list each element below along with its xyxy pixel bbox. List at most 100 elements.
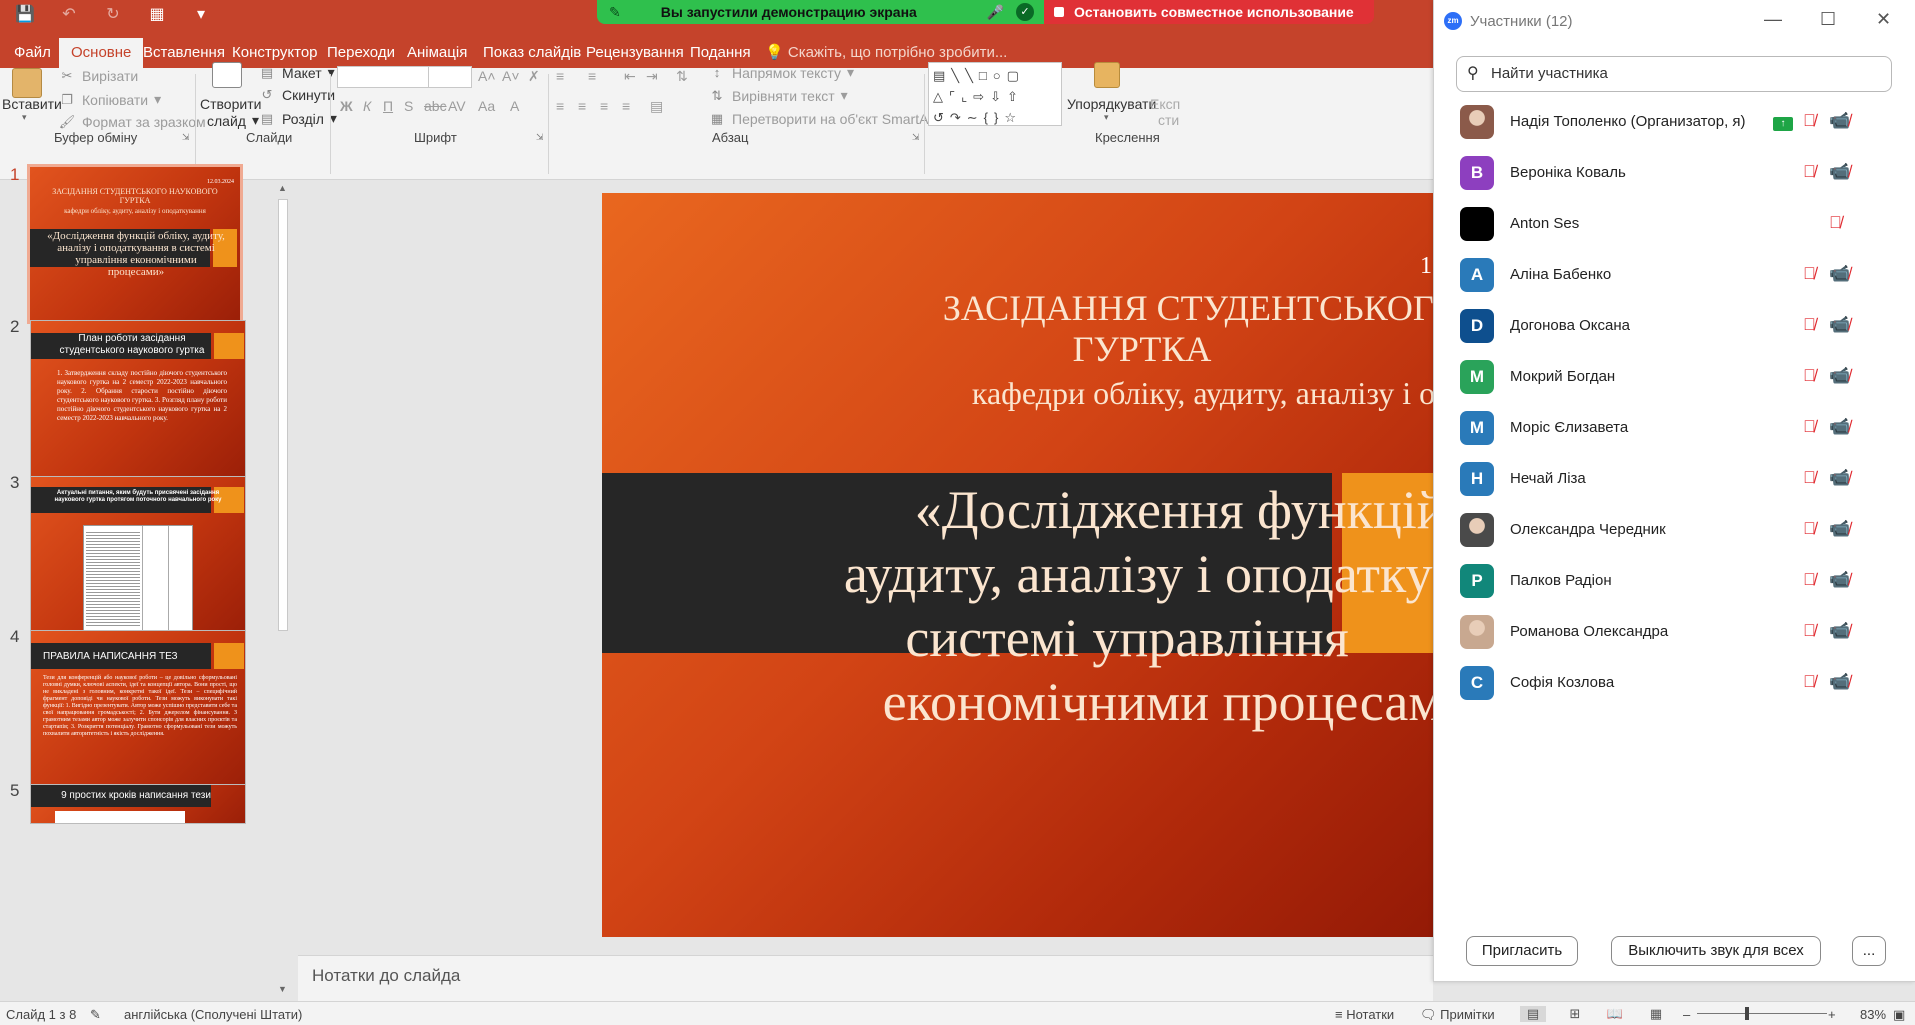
arrange-button[interactable]: Упорядкувати	[1067, 96, 1156, 112]
comments-toggle[interactable]: 🗨 Примітки	[1420, 1007, 1495, 1023]
spellcheck-icon[interactable]: ✎	[90, 1007, 101, 1023]
participant-row[interactable]: Надія Тополенко (Организатор, я) ↑ 🎙̸ 📹̸	[1434, 97, 1915, 148]
tab-file[interactable]: Файл	[14, 38, 51, 68]
tab-slideshow[interactable]: Показ слайдів	[483, 38, 581, 68]
shadow-icon[interactable]: S	[404, 98, 413, 114]
new-slide-icon[interactable]	[212, 62, 242, 88]
justify-icon[interactable]: ≡	[622, 98, 630, 114]
bold-icon[interactable]: Ж	[340, 98, 353, 114]
mic-muted-icon[interactable]: 🎙̸	[1803, 366, 1816, 386]
video-off-icon[interactable]: 📹̸	[1829, 315, 1850, 335]
zoom-in-icon[interactable]: +	[1828, 1007, 1836, 1022]
new-slide-button[interactable]: Створити	[200, 96, 261, 112]
bullets-icon[interactable]: ≡	[556, 68, 564, 84]
italic-icon[interactable]: К	[363, 98, 371, 114]
font-size-box[interactable]	[428, 66, 472, 88]
mic-muted-icon[interactable]: 🎙̸	[1803, 417, 1816, 437]
tab-review[interactable]: Рецензування	[586, 38, 684, 68]
maximize-icon[interactable]: ☐	[1820, 9, 1836, 30]
video-off-icon[interactable]: 📹̸	[1829, 417, 1850, 437]
mic-muted-icon[interactable]: 🎙̸	[1803, 315, 1816, 335]
align-text-button[interactable]: ⇅ Вирівняти текст ▾	[708, 87, 848, 104]
mic-muted-icon[interactable]: 🎙̸	[1829, 213, 1842, 233]
arrange-icon[interactable]	[1094, 62, 1120, 88]
zoom-out-icon[interactable]: –	[1683, 1007, 1690, 1022]
undo-icon[interactable]: ↶	[58, 4, 80, 26]
scroll-up-icon[interactable]: ▲	[278, 183, 287, 193]
mic-muted-icon[interactable]: 🎙̸	[1803, 621, 1816, 641]
participant-row[interactable]: С Софія Козлова 🎙̸ 📹̸	[1434, 658, 1915, 709]
shrink-font-icon[interactable]: A˅	[502, 68, 520, 84]
video-off-icon[interactable]: 📹̸	[1829, 111, 1850, 131]
redo-icon[interactable]: ↻	[102, 4, 124, 26]
security-shield-icon[interactable]: ✓	[1016, 3, 1034, 21]
minimize-icon[interactable]: —	[1764, 9, 1782, 30]
mic-muted-icon[interactable]: 🎙̸	[1803, 672, 1816, 692]
participant-row[interactable]: Романова Олександра 🎙̸ 📹̸	[1434, 607, 1915, 658]
shapes-gallery[interactable]: ▤╲╲□○▢ △⌜⌞⇨⇩⇧ ↺↷∼{}☆	[928, 62, 1062, 126]
new-slide-button-line2[interactable]: слайд ▾	[207, 112, 259, 129]
quick-styles-button[interactable]: Експ	[1150, 96, 1180, 112]
tab-transitions[interactable]: Переходи	[327, 38, 395, 68]
mic-muted-icon[interactable]: 🎙̸	[1803, 162, 1816, 182]
font-launcher-icon[interactable]: ⇲	[536, 132, 544, 143]
scroll-thumb[interactable]	[278, 199, 288, 631]
video-off-icon[interactable]: 📹̸	[1829, 570, 1850, 590]
video-off-icon[interactable]: 📹̸	[1829, 621, 1850, 641]
text-direction-button[interactable]: ↕ Напрямок тексту ▾	[708, 64, 854, 81]
mic-muted-icon[interactable]: 🎙̸	[1803, 468, 1816, 488]
participant-row[interactable]: А Аліна Бабенко 🎙̸ 📹̸	[1434, 250, 1915, 301]
notes-toggle[interactable]: ≡ Нотатки	[1335, 1007, 1394, 1022]
slide-thumbnail-2[interactable]: План роботи засідання студентського наук…	[30, 320, 246, 480]
participant-row[interactable]: М Мокрий Богдан 🎙̸ 📹̸	[1434, 352, 1915, 403]
slide-thumbnail-5[interactable]: 9 простих кроків написання тези	[30, 784, 246, 824]
annotate-icon[interactable]: ✎	[609, 4, 621, 21]
paste-dropdown-icon[interactable]: ▾	[22, 112, 27, 123]
slide-thumbnail-3[interactable]: Актуальні питання, яким будуть присвячен…	[30, 476, 246, 636]
normal-view-icon[interactable]: ▤	[1520, 1006, 1546, 1022]
clipboard-launcher-icon[interactable]: ⇲	[182, 132, 190, 143]
font-color-icon[interactable]: A	[510, 98, 519, 114]
cut-button[interactable]: ✂ Вирізати	[58, 68, 139, 84]
reset-button[interactable]: ↺ Скинути	[258, 87, 335, 103]
section-button[interactable]: ▤ Розділ ▾	[258, 110, 337, 127]
grow-font-icon[interactable]: A˄	[478, 68, 496, 84]
increase-indent-icon[interactable]: ⇥	[646, 68, 658, 85]
layout-button[interactable]: ▤ Макет ▾	[258, 64, 335, 81]
zoom-slider-knob[interactable]	[1745, 1007, 1749, 1020]
current-slide[interactable]: 1 ЗАСІДАННЯ СТУДЕНТСЬКОГО НАУКО ГУРТКА к…	[602, 193, 1433, 937]
customize-qat-icon[interactable]: ▾	[190, 4, 212, 26]
font-name-box[interactable]	[337, 66, 429, 88]
participant-row[interactable]: В Вероніка Коваль 🎙̸ 📹̸	[1434, 148, 1915, 199]
quick-styles-button-line2[interactable]: сти	[1158, 112, 1179, 128]
mic-muted-icon[interactable]: 🎙̸	[1803, 570, 1816, 590]
tab-home[interactable]: Основне	[59, 38, 144, 68]
slideshow-view-icon[interactable]: ▦	[1643, 1006, 1669, 1022]
video-off-icon[interactable]: 📹̸	[1829, 468, 1850, 488]
align-center-icon[interactable]: ≡	[578, 98, 586, 114]
thumbnails-scrollbar[interactable]: ▲ ▼	[275, 181, 291, 999]
slide-thumbnail-4[interactable]: ПРАВИЛА НАПИСАННЯ ТЕЗ Тези для конференц…	[30, 630, 246, 790]
mic-muted-icon[interactable]: 🎙̸	[1803, 519, 1816, 539]
language-label[interactable]: англійська (Сполучені Штати)	[124, 1007, 302, 1022]
slide-thumbnail-1[interactable]: 12.03.2024 ЗАСІДАННЯ СТУДЕНТСЬКОГО НАУКО…	[27, 164, 243, 324]
strikethrough-icon[interactable]: abc	[424, 98, 447, 114]
start-slideshow-icon[interactable]: ▦	[146, 4, 168, 26]
participant-row[interactable]: Олександра Чередник 🎙̸ 📹̸	[1434, 505, 1915, 556]
copy-button[interactable]: ❐ Копіювати ▾	[58, 91, 161, 108]
numbering-icon[interactable]: ≡	[588, 68, 596, 84]
paste-button[interactable]: Вставити	[2, 96, 62, 112]
format-painter-button[interactable]: 🖌 Формат за зразком	[58, 114, 206, 130]
participant-row[interactable]: D Догонова Оксана 🎙̸ 📹̸	[1434, 301, 1915, 352]
change-case-icon[interactable]: Aa	[478, 98, 495, 114]
video-off-icon[interactable]: 📹̸	[1829, 366, 1850, 386]
participant-row[interactable]: Anton Ses 🎙̸	[1434, 199, 1915, 250]
save-icon[interactable]: 💾	[14, 4, 36, 26]
video-off-icon[interactable]: 📹̸	[1829, 519, 1850, 539]
slide-notes[interactable]: Нотатки до слайда	[298, 955, 1433, 1001]
line-spacing-icon[interactable]: ⇅	[676, 68, 688, 85]
more-options-button[interactable]: ...	[1852, 936, 1886, 966]
decrease-indent-icon[interactable]: ⇤	[624, 68, 636, 85]
participant-search-input[interactable]: ⚲ Найти участника	[1456, 56, 1892, 92]
mic-muted-icon[interactable]: 🎤	[987, 4, 1004, 21]
